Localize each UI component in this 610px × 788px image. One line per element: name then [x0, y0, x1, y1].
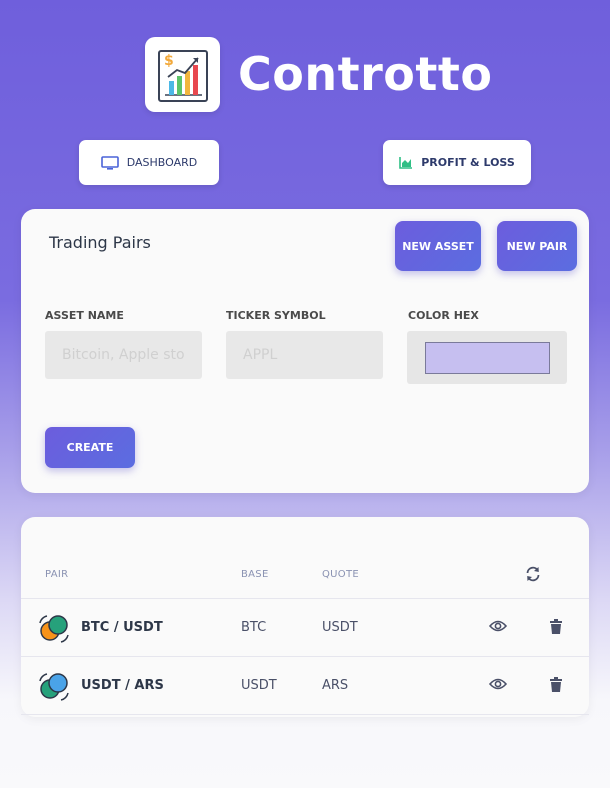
quote-cell: USDT [322, 620, 358, 635]
area-chart-icon [399, 156, 413, 169]
chart-growth-icon: $ [145, 36, 220, 112]
pairs-table-card: PAIR BASE QUOTE BTC / USDT BTC USDT USDT… [21, 517, 589, 717]
dashboard-button[interactable]: DASHBOARD [79, 140, 219, 185]
svg-text:$: $ [164, 53, 174, 69]
pair-name[interactable]: BTC / USDT [81, 620, 163, 635]
column-header-base: BASE [241, 569, 269, 580]
profit-loss-label: PROFIT & LOSS [421, 156, 515, 169]
quote-cell: ARS [322, 678, 349, 693]
new-pair-button[interactable]: NEW PAIR [497, 221, 577, 271]
card-title: Trading Pairs [49, 233, 151, 252]
delete-trash-icon[interactable] [549, 677, 563, 693]
ticker-symbol-input[interactable] [226, 331, 383, 379]
monitor-icon [100, 155, 119, 170]
create-button[interactable]: CREATE [45, 427, 135, 468]
asset-name-input[interactable] [45, 331, 202, 379]
ticker-symbol-label: TICKER SYMBOL [226, 309, 326, 322]
column-header-quote: QUOTE [322, 569, 359, 580]
column-header-pair: PAIR [45, 569, 69, 580]
view-eye-icon[interactable] [489, 619, 507, 633]
profit-loss-button[interactable]: PROFIT & LOSS [383, 140, 531, 185]
color-swatch[interactable] [424, 341, 550, 374]
table-row[interactable]: USDT / ARS USDT ARS [21, 657, 589, 715]
pair-name[interactable]: USDT / ARS [81, 678, 164, 693]
trading-pairs-form-card: Trading Pairs NEW ASSET NEW PAIR ASSET N… [21, 209, 589, 493]
base-cell: BTC [241, 620, 267, 635]
asset-name-label: ASSET NAME [45, 309, 124, 322]
view-eye-icon[interactable] [489, 677, 507, 691]
table-row[interactable]: BTC / USDT BTC USDT [21, 599, 589, 657]
color-hex-label: COLOR HEX [408, 309, 479, 322]
color-hex-picker[interactable] [407, 331, 567, 384]
dashboard-label: DASHBOARD [126, 156, 198, 169]
refresh-icon[interactable] [524, 565, 542, 583]
pair-swap-icon [37, 671, 71, 703]
new-asset-button[interactable]: NEW ASSET [395, 221, 481, 271]
app-header: $ Controtto [145, 36, 492, 112]
pair-swap-icon [37, 613, 71, 645]
base-cell: USDT [241, 678, 277, 693]
table-header: PAIR BASE QUOTE [21, 557, 589, 599]
app-title: Controtto [238, 47, 493, 101]
delete-trash-icon[interactable] [549, 619, 563, 635]
